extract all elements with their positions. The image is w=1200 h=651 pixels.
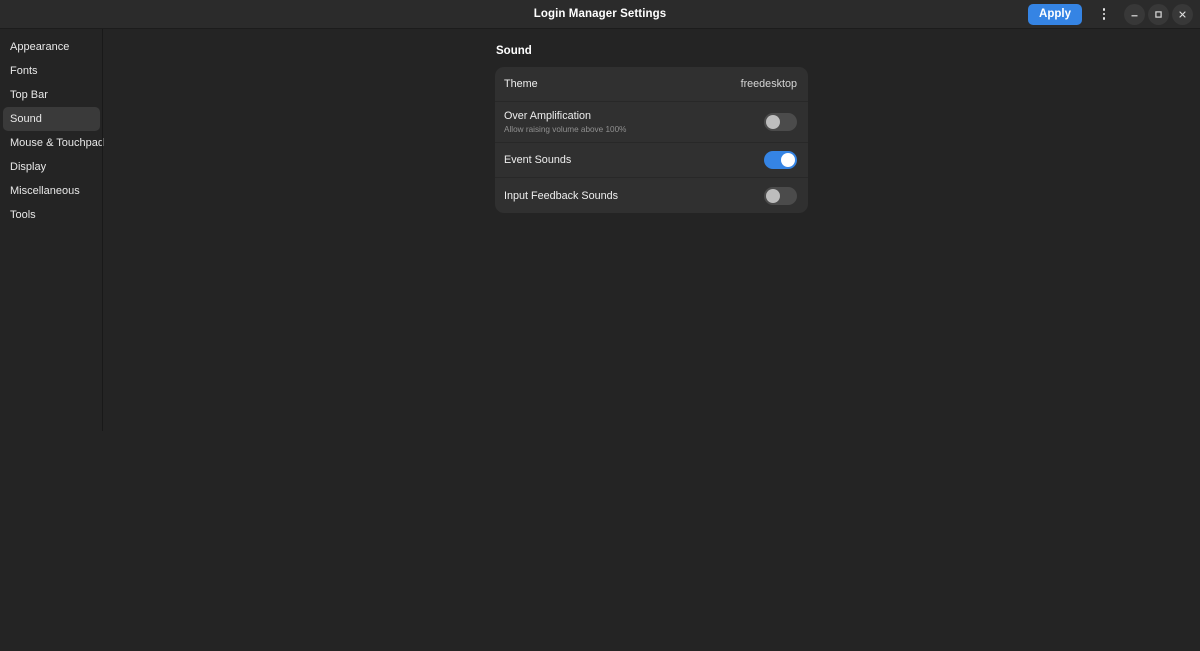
row-title: Theme <box>504 78 538 90</box>
close-button[interactable] <box>1172 3 1193 25</box>
input-feedback-sounds-toggle[interactable] <box>764 186 797 205</box>
sidebar-item-label: Top Bar <box>10 89 48 101</box>
section-title: Sound <box>496 45 532 57</box>
row-labels: Event Sounds <box>504 153 764 167</box>
row-labels: Over Amplification Allow raising volume … <box>504 109 764 135</box>
minimize-button[interactable] <box>1124 3 1145 25</box>
theme-value: freedesktop <box>740 78 797 90</box>
window-title: Login Manager Settings <box>533 8 667 20</box>
app-body: Appearance Fonts Top Bar Sound Mouse & T… <box>0 29 1200 651</box>
sidebar-item-sound[interactable]: Sound <box>3 107 100 131</box>
row-subtitle: Allow raising volume above 100% <box>504 125 627 134</box>
sidebar-item-appearance[interactable]: Appearance <box>3 35 100 59</box>
sidebar-item-label: Sound <box>10 113 42 125</box>
sidebar-item-label: Display <box>10 161 47 173</box>
sidebar: Appearance Fonts Top Bar Sound Mouse & T… <box>0 29 104 651</box>
sidebar-item-label: Mouse & Touchpad <box>10 137 104 149</box>
titlebar: Login Manager Settings Apply <box>0 0 1200 29</box>
sound-section: Sound Theme freedesktop Over Amplificati… <box>495 45 808 213</box>
content-area: Sound Theme freedesktop Over Amplificati… <box>103 29 1200 651</box>
sidebar-item-label: Fonts <box>10 65 38 77</box>
sidebar-item-label: Miscellaneous <box>10 185 80 197</box>
setting-row-input-feedback-sounds[interactable]: Input Feedback Sounds <box>495 178 808 213</box>
event-sounds-toggle[interactable] <box>764 151 797 169</box>
menu-dot <box>1102 12 1106 16</box>
menu-dot <box>1102 17 1106 20</box>
titlebar-controls: Apply <box>1028 3 1200 25</box>
menu-dot <box>1102 8 1106 11</box>
setting-row-theme[interactable]: Theme freedesktop <box>495 67 808 102</box>
sidebar-item-fonts[interactable]: Fonts <box>3 59 100 83</box>
sidebar-item-top-bar[interactable]: Top Bar <box>3 83 100 107</box>
row-labels: Input Feedback Sounds <box>504 189 764 203</box>
maximize-icon <box>1155 10 1162 18</box>
toggle-knob <box>781 153 795 167</box>
sidebar-item-miscellaneous[interactable]: Miscellaneous <box>3 179 100 203</box>
row-title: Input Feedback Sounds <box>504 189 619 202</box>
sidebar-item-mouse-touchpad[interactable]: Mouse & Touchpad <box>3 131 104 155</box>
row-title: Over Amplification <box>504 110 592 122</box>
settings-card: Theme freedesktop Over Amplification All… <box>495 67 808 213</box>
toggle-knob <box>766 115 780 129</box>
close-icon <box>1179 10 1186 18</box>
setting-row-event-sounds[interactable]: Event Sounds <box>495 143 808 178</box>
sidebar-item-tools[interactable]: Tools <box>3 203 100 227</box>
maximize-button[interactable] <box>1148 3 1169 25</box>
minimize-icon <box>1131 14 1138 16</box>
setting-row-over-amplification[interactable]: Over Amplification Allow raising volume … <box>495 102 808 143</box>
sidebar-item-display[interactable]: Display <box>3 155 100 179</box>
menu-dots-vertical-icon[interactable] <box>1093 3 1115 25</box>
apply-button[interactable]: Apply <box>1028 3 1082 25</box>
row-title: Event Sounds <box>504 154 572 166</box>
toggle-knob <box>766 188 780 203</box>
over-amplification-toggle[interactable] <box>764 113 797 131</box>
sidebar-item-label: Tools <box>10 209 36 221</box>
sidebar-item-label: Appearance <box>10 41 70 53</box>
row-labels: Theme <box>504 77 741 91</box>
